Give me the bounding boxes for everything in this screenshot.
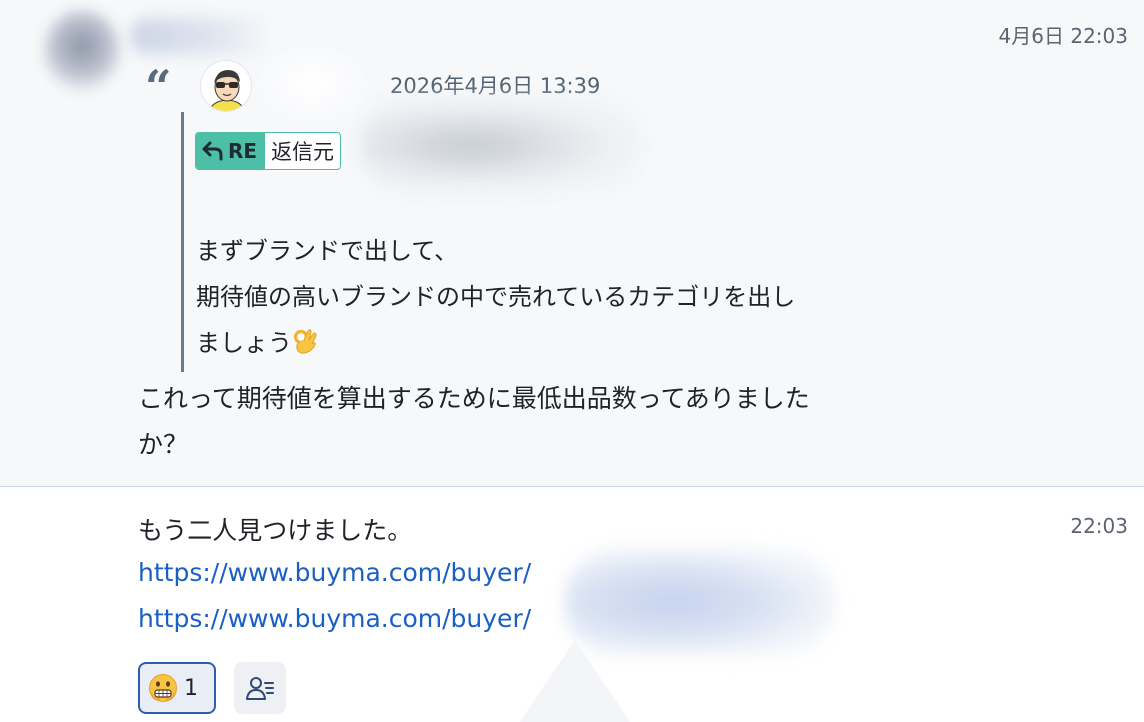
reader-list-button[interactable] xyxy=(234,662,286,714)
buyma-link[interactable]: https://www.buyma.com/buyer/ xyxy=(138,558,531,587)
reaction-count: 1 xyxy=(184,675,198,701)
reaction-button[interactable]: 1 xyxy=(138,662,216,714)
quoted-message-datetime: 2026年4月6日 13:39 xyxy=(390,74,601,98)
ok-hand-icon xyxy=(292,324,318,354)
quoted-user-avatar[interactable] xyxy=(200,60,252,112)
background-watermark xyxy=(520,640,630,722)
re-tag: RE xyxy=(196,133,266,169)
reply-message-body: これって期待値を算出するために最低出品数ってありました か？ xyxy=(138,376,998,468)
reply-arrow-icon xyxy=(202,141,223,161)
quoted-line: 期待値の高いブランドの中で売れているカテゴリを出し xyxy=(196,283,796,311)
reply-target-blurred[interactable] xyxy=(360,98,640,192)
quoted-user-name-blurred[interactable] xyxy=(256,44,368,124)
reply-line: か？ xyxy=(138,430,189,459)
message-timestamp: 22:03 xyxy=(1070,514,1128,538)
re-source-label: 返信元 xyxy=(271,140,335,164)
buyma-link[interactable]: https://www.buyma.com/buyer/ xyxy=(138,604,531,633)
grimace-emoji-icon xyxy=(149,674,177,702)
quoted-message-body: まずブランドで出して、 期待値の高いブランドの中で売れているカテゴリを出し まし… xyxy=(196,228,996,366)
sender-avatar-blurred[interactable] xyxy=(44,10,120,90)
message-text: もう二人見つけました。 xyxy=(138,516,413,545)
reader-list-icon xyxy=(246,677,274,700)
message-timestamp: 4月6日 22:03 xyxy=(998,24,1128,48)
quoted-line: まずブランドで出して、 xyxy=(196,237,459,265)
quoted-line-with-emoji: ましょう xyxy=(196,320,996,366)
message-quoted-reply: 4月6日 22:03 “ 2026年4月6日 13:39 RE 返信元 まずブラ… xyxy=(0,0,1144,487)
reply-line: これって期待値を算出するために最低出品数ってありました xyxy=(138,384,810,413)
re-tag-label: RE xyxy=(228,139,258,163)
quote-bar xyxy=(181,112,184,372)
reply-source-badge[interactable]: RE 返信元 xyxy=(195,132,342,170)
quote-icon: “ xyxy=(145,60,172,114)
sender-name-blurred[interactable] xyxy=(130,18,270,54)
